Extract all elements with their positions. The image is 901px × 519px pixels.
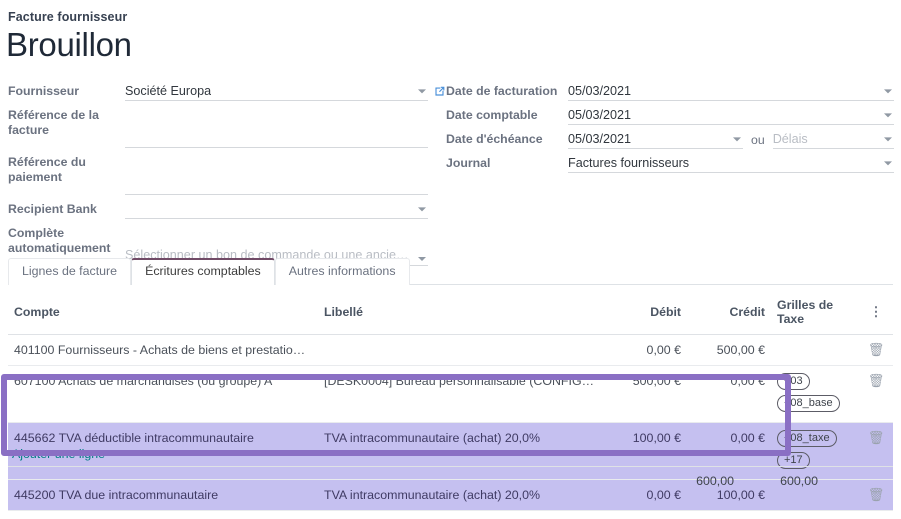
field-label-journal: Journal xyxy=(446,156,491,170)
field-label-date-comptable: Date comptable xyxy=(446,108,538,122)
field-reference-paiement: Référence du paiement xyxy=(8,153,428,195)
date-comptable-input[interactable]: 05/03/2021 xyxy=(568,106,894,125)
field-recipient-bank: Recipient Bank xyxy=(8,200,428,219)
totals-row: 600,00 600,00 xyxy=(8,466,893,494)
date-facturation-input[interactable]: 05/03/2021 xyxy=(568,82,894,101)
tax-grid-tag[interactable]: +08_taxe xyxy=(777,430,837,447)
breadcrumb[interactable]: Facture fournisseur xyxy=(8,10,127,24)
column-header-grilles-de-taxe[interactable]: Grilles de Taxe xyxy=(771,292,863,335)
open-fournisseur-external-icon[interactable] xyxy=(433,85,446,98)
form-column-left: Fournisseur Société Europa Référence de … xyxy=(8,82,445,271)
cell-libelle[interactable]: [DESK0004] Bureau personnalisable (CONFI… xyxy=(318,365,603,423)
cell-credit[interactable]: 500,00 € xyxy=(687,334,771,366)
cell-debit[interactable]: 500,00 € xyxy=(603,365,687,423)
field-label-fournisseur: Fournisseur xyxy=(8,84,80,98)
total-credit: 600,00 xyxy=(780,474,818,488)
reference-paiement-input[interactable] xyxy=(125,153,428,195)
journal-value: Factures fournisseurs xyxy=(568,155,690,170)
column-header-credit[interactable]: Crédit xyxy=(687,292,771,335)
date-comptable-value: 05/03/2021 xyxy=(568,107,632,122)
cell-compte[interactable]: 607100 Achats de marchandises (ou groupe… xyxy=(8,365,318,423)
trash-icon[interactable]: 🗑 xyxy=(868,373,885,388)
chevron-down-icon[interactable] xyxy=(884,161,892,166)
tax-grid-tag[interactable]: +08_base xyxy=(777,395,840,412)
date-echeance-separator: ou xyxy=(751,133,765,147)
fournisseur-input[interactable]: Société Europa xyxy=(125,82,428,101)
reference-facture-input[interactable] xyxy=(125,106,428,148)
field-fournisseur: Fournisseur Société Europa xyxy=(8,82,445,101)
field-journal: Journal Factures fournisseurs xyxy=(446,154,894,173)
cell-row-actions: 🗑 xyxy=(863,334,893,366)
chevron-down-icon[interactable] xyxy=(884,137,892,142)
chevron-down-icon[interactable] xyxy=(418,207,426,212)
field-date-echeance: Date d'échéance 05/03/2021 ou Délais xyxy=(446,130,894,149)
total-debit: 600,00 xyxy=(696,474,734,488)
cell-credit[interactable]: 0,00 € xyxy=(687,365,771,423)
cell-grilles-de-taxe[interactable] xyxy=(771,334,863,366)
column-header-libelle[interactable]: Libellé xyxy=(318,292,603,335)
delais-input[interactable]: Délais xyxy=(772,130,894,149)
table-row[interactable]: 401100 Fournisseurs - Achats de biens et… xyxy=(8,334,893,366)
tax-grid-tag[interactable]: +03 xyxy=(777,373,810,390)
field-label-date-echeance: Date d'échéance xyxy=(446,132,543,146)
cell-compte[interactable]: 401100 Fournisseurs - Achats de biens et… xyxy=(8,334,318,366)
tab-ecritures-comptables[interactable]: Écritures comptables xyxy=(131,258,275,285)
chevron-down-icon[interactable] xyxy=(884,113,892,118)
chevron-down-icon[interactable] xyxy=(884,89,892,94)
field-label-reference-paiement: Référence du paiement xyxy=(8,155,86,184)
form-column-right: Date de facturation 05/03/2021 Date comp… xyxy=(446,82,894,178)
trash-icon[interactable]: 🗑 xyxy=(868,342,885,357)
date-echeance-value: 05/03/2021 xyxy=(568,131,632,146)
journal-input[interactable]: Factures fournisseurs xyxy=(568,154,894,173)
field-date-comptable: Date comptable 05/03/2021 xyxy=(446,106,894,125)
cell-grilles-de-taxe[interactable]: +03 +08_base xyxy=(771,365,863,423)
field-date-facturation: Date de facturation 05/03/2021 xyxy=(446,82,894,101)
trash-icon[interactable]: 🗑 xyxy=(868,430,885,445)
invoice-form-sheet: Facture fournisseur Brouillon Fournisseu… xyxy=(0,0,901,519)
chevron-down-icon[interactable] xyxy=(733,137,741,142)
recipient-bank-input[interactable] xyxy=(125,200,428,219)
tax-grid-tags: +03 +08_base xyxy=(777,373,857,415)
field-reference-facture: Référence de la facture xyxy=(8,106,428,148)
field-label-reference-facture: Référence de la facture xyxy=(8,108,99,137)
delais-placeholder: Délais xyxy=(772,131,808,146)
page-title: Brouillon xyxy=(6,26,132,63)
column-options-icon[interactable]: ⋮ xyxy=(870,304,883,319)
field-label-date-facturation: Date de facturation xyxy=(446,84,558,98)
table-header-row: Compte Libellé Débit Crédit Grilles de T… xyxy=(8,292,893,335)
tab-autres-informations[interactable]: Autres informations xyxy=(274,258,410,285)
field-label-recipient-bank: Recipient Bank xyxy=(8,202,97,216)
add-line-link[interactable]: Ajouter une ligne xyxy=(12,447,105,461)
field-label-complete-automatiquement: Complète automatiquement xyxy=(8,226,111,255)
fournisseur-value: Société Europa xyxy=(125,83,212,98)
date-echeance-input[interactable]: 05/03/2021 xyxy=(568,130,743,149)
cell-row-actions: 🗑 xyxy=(863,365,893,423)
column-header-compte[interactable]: Compte xyxy=(8,292,318,335)
cell-libelle[interactable] xyxy=(318,334,603,366)
table-row[interactable]: 607100 Achats de marchandises (ou groupe… xyxy=(8,365,893,423)
notebook-tabs: Lignes de facture Écritures comptables A… xyxy=(8,258,893,285)
cell-debit[interactable]: 0,00 € xyxy=(603,334,687,366)
column-header-debit[interactable]: Débit xyxy=(603,292,687,335)
chevron-down-icon[interactable] xyxy=(418,89,426,94)
tab-lignes-de-facture[interactable]: Lignes de facture xyxy=(8,258,132,285)
date-facturation-value: 05/03/2021 xyxy=(568,83,632,98)
